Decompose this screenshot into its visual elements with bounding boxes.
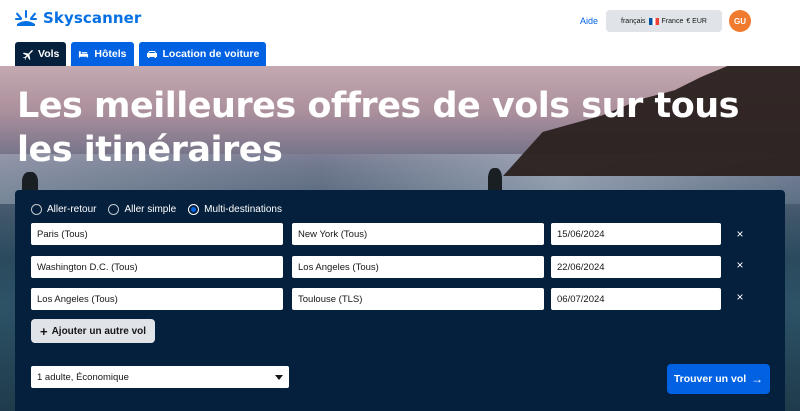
- product-tabs: Vols Hôtels Location de voiture: [15, 42, 267, 66]
- trip-type-label: Aller simple: [124, 204, 177, 215]
- radio-one-way[interactable]: [108, 204, 120, 215]
- leg-1-origin-input[interactable]: Paris (Tous): [31, 223, 283, 245]
- plus-icon: +: [39, 323, 48, 339]
- leg-1-destination-input[interactable]: New York (Tous): [292, 223, 544, 245]
- plane-icon: [22, 49, 33, 60]
- trip-type-round-trip[interactable]: Aller-retour: [31, 204, 96, 215]
- country-label: France: [661, 17, 684, 25]
- trip-type-selector: Aller-retour Aller simple Multi-destinat…: [31, 204, 282, 215]
- leg-1-arrow-icon: [285, 231, 290, 237]
- tab-flights[interactable]: Vols: [15, 42, 67, 66]
- add-flight-button[interactable]: + Ajouter un autre vol: [31, 319, 155, 343]
- tab-hotels-label: Hôtels: [94, 48, 127, 60]
- top-header: Skyscanner Aide français France € EUR GU…: [0, 0, 800, 66]
- tab-car-rental[interactable]: Location de voiture: [138, 42, 267, 66]
- trip-type-label: Multi-destinations: [204, 204, 282, 215]
- chevron-down-icon: [275, 374, 283, 380]
- leg-2-arrow-icon: [285, 264, 290, 270]
- arrow-right-icon: →: [751, 372, 764, 386]
- tab-hotels[interactable]: Hôtels: [71, 42, 134, 66]
- flight-search-panel: Aller-retour Aller simple Multi-destinat…: [15, 190, 785, 411]
- car-icon: [146, 50, 157, 58]
- france-flag-icon: [648, 17, 659, 25]
- travellers-cabin-value: 1 adulte, Économique: [37, 371, 129, 383]
- leg-2-date-input[interactable]: 22/06/2024: [551, 256, 721, 278]
- travellers-cabin-select[interactable]: 1 adulte, Économique: [31, 366, 289, 388]
- locale-selector-button[interactable]: français France € EUR: [606, 10, 722, 32]
- bed-icon: [79, 51, 89, 58]
- tab-flights-label: Vols: [38, 48, 60, 60]
- trip-type-label: Aller-retour: [47, 204, 97, 215]
- leg-3-destination-input[interactable]: Toulouse (TLS): [292, 288, 544, 310]
- radio-round-trip[interactable]: [31, 204, 42, 215]
- trip-type-one-way[interactable]: Aller simple: [108, 204, 176, 215]
- help-link[interactable]: Aide: [580, 16, 598, 26]
- leg-3-remove-icon[interactable]: ×: [733, 290, 747, 304]
- language-label: français: [621, 17, 646, 25]
- sunburst-logo-icon: [15, 10, 37, 26]
- search-flights-button[interactable]: Trouver un vol →: [667, 364, 770, 394]
- leg-2-remove-icon[interactable]: ×: [733, 258, 747, 272]
- user-avatar[interactable]: GU: [729, 10, 751, 32]
- tab-car-rental-label: Location de voiture: [162, 48, 260, 60]
- leg-3-arrow-icon: [285, 296, 290, 302]
- skyscanner-logo[interactable]: Skyscanner: [15, 9, 141, 27]
- add-flight-label: Ajouter un autre vol: [51, 325, 147, 337]
- leg-3-origin-input[interactable]: Los Angeles (Tous): [31, 288, 283, 310]
- leg-3-date-input[interactable]: 06/07/2024: [551, 288, 721, 310]
- search-button-label: Trouver un vol: [673, 373, 747, 385]
- leg-1-date-input[interactable]: 15/06/2024: [551, 223, 721, 245]
- hero-title: Les meilleures offres de vols sur tous l…: [17, 86, 740, 170]
- radio-multi-city[interactable]: [188, 204, 200, 215]
- leg-2-destination-input[interactable]: Los Angeles (Tous): [292, 256, 544, 278]
- leg-1-remove-icon[interactable]: ×: [733, 227, 747, 241]
- currency-label: € EUR: [686, 17, 707, 25]
- leg-2-origin-input[interactable]: Washington D.C. (Tous): [31, 256, 283, 278]
- logo-text: Skyscanner: [43, 9, 142, 27]
- trip-type-multi-city[interactable]: Multi-destinations: [188, 204, 282, 215]
